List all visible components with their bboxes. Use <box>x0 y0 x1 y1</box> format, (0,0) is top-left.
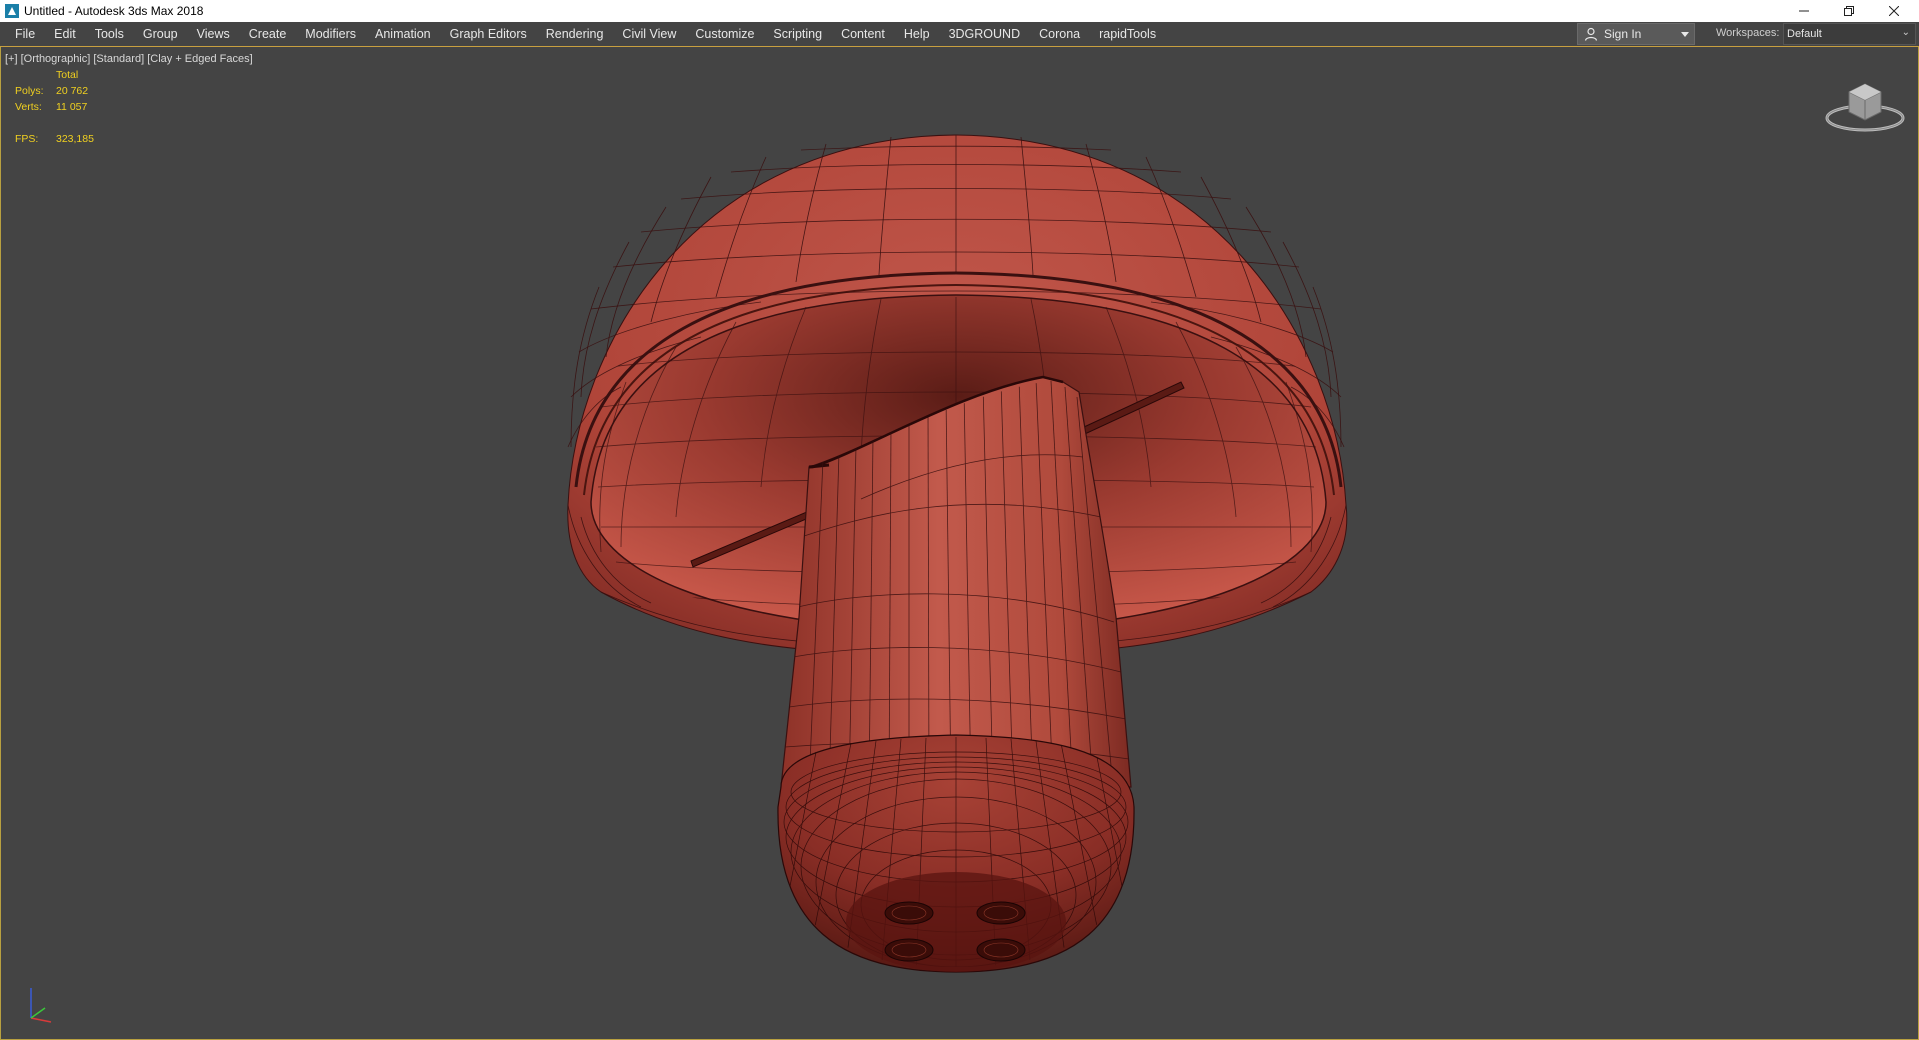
close-icon <box>1888 6 1899 16</box>
stats-verts-label: Verts: <box>15 101 42 113</box>
chevron-down-icon <box>1681 32 1689 37</box>
menu-civil-view[interactable]: Civil View <box>613 22 686 46</box>
minimize-button[interactable] <box>1781 0 1826 22</box>
sign-in-label: Sign In <box>1604 27 1642 41</box>
menu-tools[interactable]: Tools <box>86 22 134 46</box>
menu-bar: File Edit Tools Group Views Create Modif… <box>0 22 1919 47</box>
menu-rendering[interactable]: Rendering <box>537 22 614 46</box>
workspaces-select[interactable]: Default ⌄ <box>1783 23 1916 45</box>
mushroom-model[interactable] <box>1 47 1918 1039</box>
viewport-plus-menu[interactable]: [+] <box>5 53 18 65</box>
stats-polys-value: 20 762 <box>56 85 89 97</box>
stats-total-header: Total <box>56 69 79 81</box>
menu-content[interactable]: Content <box>832 22 895 46</box>
stats-verts-value: 11 057 <box>56 101 88 113</box>
viewcube-icon[interactable] <box>1823 78 1907 136</box>
menu-animation[interactable]: Animation <box>366 22 441 46</box>
viewport-label: [+] [Orthographic] [Standard] [Clay + Ed… <box>5 53 253 65</box>
menu-3dground[interactable]: 3DGROUND <box>940 22 1031 46</box>
workspaces-label: Workspaces: <box>1716 27 1780 39</box>
stats-polys-label: Polys: <box>15 85 44 97</box>
menu-group[interactable]: Group <box>134 22 188 46</box>
perspective-viewport[interactable]: [+] [Orthographic] [Standard] [Clay + Ed… <box>0 47 1919 1040</box>
menu-modifiers[interactable]: Modifiers <box>296 22 366 46</box>
chevron-down-icon: ⌄ <box>1901 27 1910 38</box>
window-title: Untitled - Autodesk 3ds Max 2018 <box>24 4 204 18</box>
user-icon <box>1584 27 1598 41</box>
workspace-value: Default <box>1787 28 1822 40</box>
mushroom-base <box>777 734 1135 973</box>
menu-scripting[interactable]: Scripting <box>764 22 832 46</box>
menu-items: File Edit Tools Group Views Create Modif… <box>6 22 1166 46</box>
max-app-icon[interactable] <box>5 4 19 18</box>
title-bar: Untitled - Autodesk 3ds Max 2018 <box>0 0 1919 22</box>
viewport-point-of-view-menu[interactable]: [Orthographic] <box>21 53 91 65</box>
viewport-shading-preset-menu[interactable]: [Standard] <box>93 53 144 65</box>
menu-file[interactable]: File <box>6 22 45 46</box>
sign-in-dropdown[interactable]: Sign In <box>1577 23 1695 45</box>
stats-fps-value: 323,185 <box>56 133 94 145</box>
menu-rapidtools[interactable]: rapidTools <box>1090 22 1166 46</box>
close-button[interactable] <box>1871 0 1916 22</box>
menu-create[interactable]: Create <box>240 22 297 46</box>
restore-icon <box>1843 6 1854 16</box>
stats-fps-label: FPS: <box>15 133 39 145</box>
menu-help[interactable]: Help <box>895 22 940 46</box>
viewport-shading-mode-menu[interactable]: [Clay + Edged Faces] <box>147 53 252 65</box>
menu-customize[interactable]: Customize <box>686 22 764 46</box>
menu-views[interactable]: Views <box>188 22 240 46</box>
menu-graph-editors[interactable]: Graph Editors <box>441 22 537 46</box>
restore-button[interactable] <box>1826 0 1871 22</box>
menu-edit[interactable]: Edit <box>45 22 86 46</box>
minimize-icon <box>1798 10 1809 12</box>
axis-tripod-icon <box>30 988 52 1023</box>
menu-corona[interactable]: Corona <box>1030 22 1090 46</box>
